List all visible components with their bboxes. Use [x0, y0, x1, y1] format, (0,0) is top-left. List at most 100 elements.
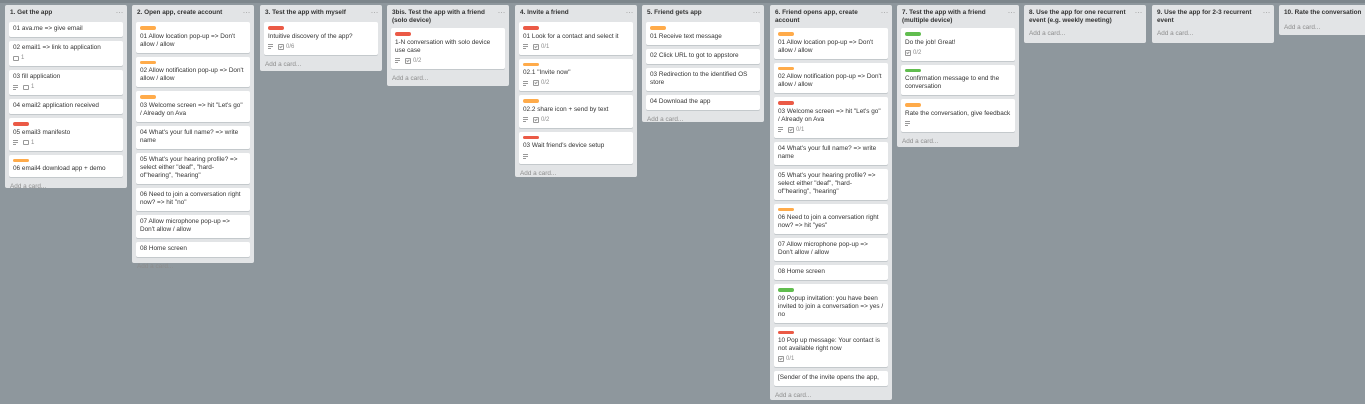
card-label-red: [523, 135, 539, 139]
list-menu-icon[interactable]: …: [371, 6, 379, 16]
checklist-badge: 0/1: [788, 126, 804, 134]
checklist-icon: [533, 116, 539, 123]
card[interactable]: 06 email4 download app + demo: [9, 154, 123, 177]
list-title: 10. Rate the conversation: [1284, 9, 1362, 16]
list-title: 6. Friend opens app, create account: [775, 9, 858, 24]
card[interactable]: 01 Allow location pop-up => Don't allow …: [136, 22, 250, 53]
list-menu-icon[interactable]: …: [753, 6, 761, 16]
add-card-link[interactable]: Add a card...: [132, 261, 254, 275]
card-title: 1-N conversation with solo device use ca…: [395, 38, 491, 54]
list-header: 9. Use the app for 2-3 recurrent event …: [1152, 5, 1274, 28]
comment-icon: [23, 84, 29, 90]
card[interactable]: 08 Home screen: [774, 265, 888, 280]
add-card-link[interactable]: Add a card...: [260, 59, 382, 73]
card[interactable]: 02.2 share icon + send by text 0/2: [519, 95, 633, 128]
card[interactable]: 04 Download the app: [646, 94, 760, 110]
list-menu-icon[interactable]: …: [243, 6, 251, 16]
card[interactable]: 1-N conversation with solo device use ca…: [391, 28, 505, 69]
list-menu-icon[interactable]: …: [1135, 6, 1143, 16]
list-menu-icon[interactable]: …: [881, 6, 889, 16]
card[interactable]: 02 email1 => link to application 1: [9, 41, 123, 66]
checklist-icon: [778, 356, 784, 362]
card-title: 04 Download the app: [650, 97, 711, 105]
card[interactable]: 10 Pop up message: Your contact is not a…: [774, 326, 888, 367]
card-label-red: [778, 330, 794, 334]
checklist-icon: [405, 57, 411, 64]
card-title: 02 Allow notification pop-up => Don't al…: [778, 73, 882, 88]
card-title: Intuitive discovery of the app?: [268, 32, 353, 40]
list-header: 2. Open app, create account…: [132, 5, 254, 22]
list-column: 5. Friend gets app … 01 Receive text messa…: [642, 5, 764, 123]
card[interactable]: 04 What's your full name? => write name: [136, 125, 250, 149]
card-badges: 1: [13, 54, 119, 62]
checklist-icon: [533, 80, 539, 86]
list-menu-icon[interactable]: …: [116, 6, 124, 16]
card[interactable]: 02 Allow notification pop-up => Don't al…: [774, 62, 888, 93]
card-title: 03 Welcome screen => hit "Let's go" / Al…: [140, 101, 243, 117]
card[interactable]: 01 Allow location pop-up => Don't allow …: [774, 28, 888, 59]
list-header: 5. Friend gets app…: [642, 5, 764, 22]
description-icon: [395, 58, 400, 63]
card[interactable]: 04 What's your full name? => write name: [774, 141, 888, 165]
list-menu-icon[interactable]: …: [498, 6, 506, 16]
comment-icon: [23, 140, 29, 145]
list-menu-icon[interactable]: …: [1263, 6, 1271, 16]
add-card-link[interactable]: Add a card...: [515, 168, 637, 182]
add-card-link[interactable]: Add a card...: [897, 136, 1019, 150]
card[interactable]: 03 Welcome screen => hit "Let's go" / Al…: [774, 97, 888, 138]
card[interactable]: 09 Popup invitation: you have been invit…: [774, 284, 888, 323]
card[interactable]: 05 email3 manifesto 1: [9, 118, 123, 151]
add-card-link[interactable]: Add a card...: [5, 181, 127, 195]
list-title: 3. Test the app with myself: [265, 9, 346, 16]
add-card-link[interactable]: Add a card...: [642, 114, 764, 128]
checklist-badge: 0/2: [533, 116, 549, 124]
card[interactable]: 03 Wait friend's device setup: [519, 131, 633, 164]
card-badges: 0/2: [523, 116, 629, 124]
checklist-badge: 0/1: [533, 43, 549, 51]
add-card-link[interactable]: Add a card...: [1024, 28, 1146, 42]
list-menu-icon[interactable]: …: [626, 6, 634, 16]
card[interactable]: 02 Click URL to got to appstore: [646, 48, 760, 64]
card-badges: 0/1: [778, 355, 884, 363]
card-title: 01 ava.me => give email: [13, 25, 83, 32]
card[interactable]: 07 Allow microphone pop-up => Don't allo…: [136, 214, 250, 238]
card[interactable]: 01 Receive text message: [646, 22, 760, 45]
card[interactable]: Intuitive discovery of the app? 0/6: [264, 22, 378, 55]
add-card-link[interactable]: Add a card...: [387, 73, 509, 87]
card[interactable]: 05 What's your hearing profile? => selec…: [774, 168, 888, 200]
card-title: 09 Popup invitation: you have been invit…: [778, 294, 884, 318]
card[interactable]: [Sender of the invite opens the app,: [774, 371, 888, 386]
card[interactable]: 06 Need to join a conversation right now…: [136, 187, 250, 211]
checklist-badge: 0/2: [533, 79, 549, 87]
card[interactable]: 02.1 "Invite now" 0/2: [519, 58, 633, 91]
card-label-orange: [140, 60, 156, 64]
card[interactable]: 04 email2 application received: [9, 99, 123, 114]
comments-badge: 1: [23, 139, 34, 147]
add-card-link[interactable]: Add a card...: [1279, 22, 1365, 36]
list-menu-icon[interactable]: …: [1008, 6, 1016, 16]
add-card-link[interactable]: Add a card...: [770, 390, 892, 404]
card[interactable]: Confirmation message to end the conversa…: [901, 64, 1015, 95]
description-icon: [523, 117, 528, 122]
list-title: 9. Use the app for 2-3 recurrent event: [1157, 9, 1252, 24]
card[interactable]: 07 Allow microphone pop-up => Don't allo…: [774, 238, 888, 261]
card[interactable]: 05 What's your hearing profile? => selec…: [136, 152, 250, 184]
card[interactable]: 08 Home screen: [136, 241, 250, 257]
card-label-orange: [523, 99, 539, 103]
card[interactable]: 03 Welcome screen => hit "Let's go" / Al…: [136, 91, 250, 122]
card[interactable]: 06 Need to join a conversation right now…: [774, 203, 888, 234]
card[interactable]: 01 ava.me => give email: [9, 22, 123, 37]
checklist-count: 0/2: [413, 57, 422, 64]
card[interactable]: 03 Redirection to the identified OS stor…: [646, 67, 760, 91]
add-card-link[interactable]: Add a card...: [1152, 28, 1274, 42]
card[interactable]: Do the job! Great! 0/2: [901, 28, 1015, 61]
card[interactable]: 01 Look for a contact and select it 0/1: [519, 22, 633, 55]
card-list: Do the job! Great! 0/2 Confirmation messag…: [897, 28, 1019, 132]
card[interactable]: 02 Allow notification pop-up => Don't al…: [136, 56, 250, 87]
card-label-red: [395, 32, 411, 36]
card-label-orange: [140, 26, 156, 30]
list-header: 6. Friend opens app, create account …: [770, 5, 892, 28]
card[interactable]: Rate the conversation, give feedback: [901, 99, 1015, 132]
description-icon: [905, 121, 910, 126]
card[interactable]: 03 fill application 1: [9, 70, 123, 95]
